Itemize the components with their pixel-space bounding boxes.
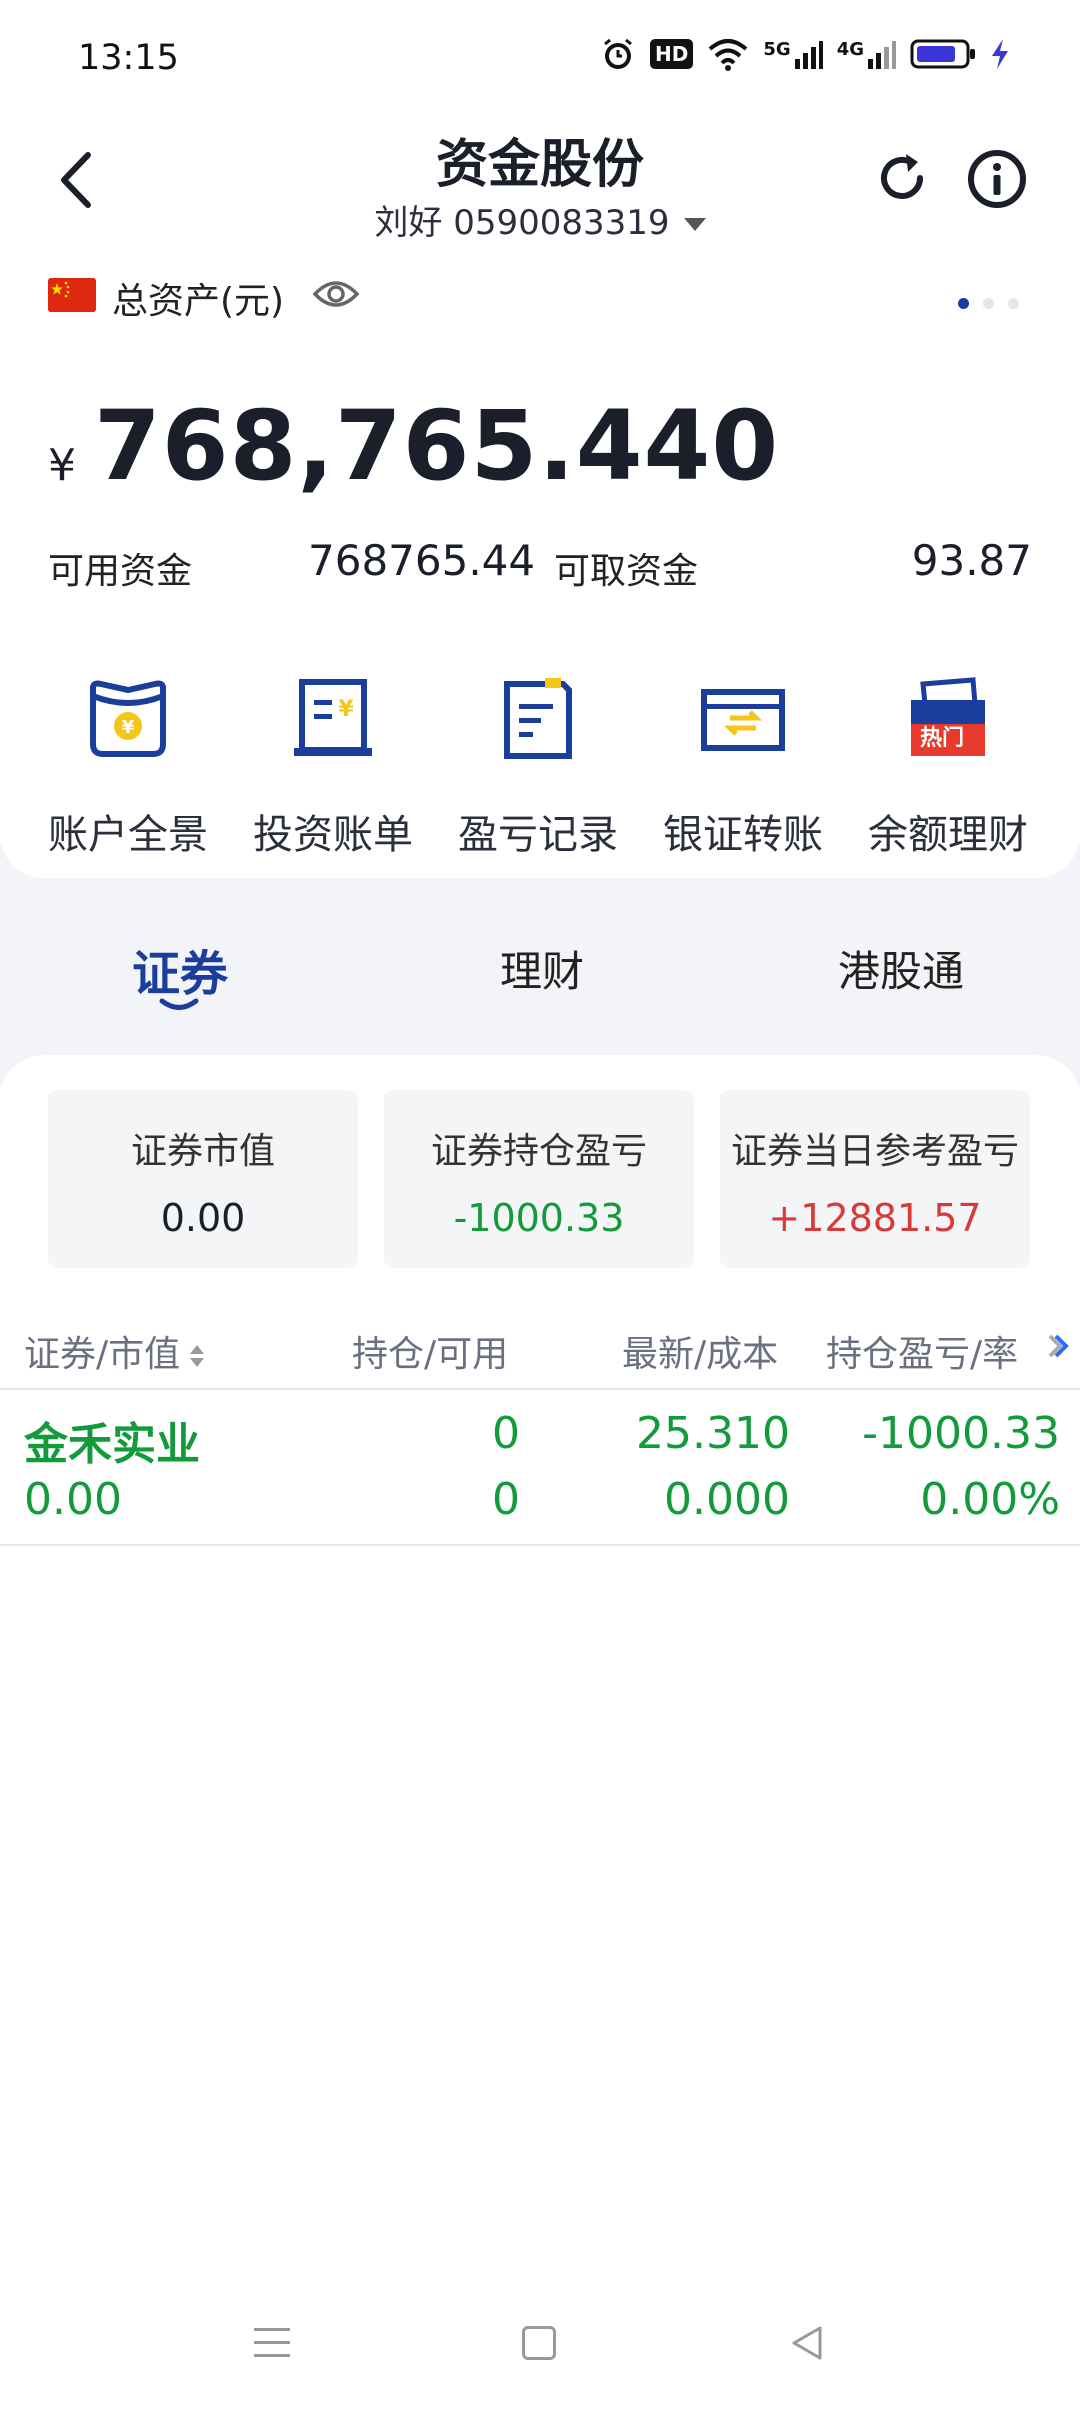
record-icon: [504, 678, 572, 759]
summary-card-daily-pnl: 证券当日参考盈亏 +12881.57: [720, 1090, 1030, 1268]
action-account-overview[interactable]: ¥ 账户全景: [20, 660, 236, 860]
action-label: 银证转账: [663, 812, 823, 858]
svg-text:¥: ¥: [338, 697, 354, 722]
refresh-icon[interactable]: [872, 148, 932, 208]
column-header-position: 持仓/可用: [352, 1334, 509, 1375]
summary-title: 证券市值: [130, 1131, 275, 1172]
action-pnl-record[interactable]: 盈亏记录: [430, 660, 646, 860]
withdrawable-funds-label: 可取资金: [554, 551, 699, 592]
column-header-pnl: 持仓盈亏/率: [826, 1334, 1019, 1375]
summary-card-position-pnl: 证券持仓盈亏 -1000.33: [384, 1090, 694, 1268]
hot-badge: 热门: [920, 726, 965, 751]
column-header-security[interactable]: 证券/市值: [24, 1325, 206, 1377]
tab-finance[interactable]: 理财: [500, 938, 584, 999]
security-market-value: 0.00: [24, 1474, 122, 1525]
action-investment-bill[interactable]: ¥ 投资账单: [225, 660, 441, 860]
action-label: 余额理财: [868, 812, 1028, 858]
summary-title: 证券当日参考盈亏: [730, 1131, 1019, 1172]
total-asset-value: 768,765.440: [94, 390, 780, 502]
action-balance-finance[interactable]: 热门 余额理财: [840, 660, 1056, 860]
action-bank-transfer[interactable]: 银证转账: [635, 660, 851, 860]
wifi-icon: [709, 39, 748, 71]
action-label: 盈亏记录: [458, 812, 618, 858]
available-funds-value: 768765.44: [308, 536, 536, 585]
home-icon[interactable]: [522, 2326, 556, 2360]
transfer-icon: [701, 689, 785, 751]
summary-value: +12881.57: [768, 1196, 982, 1240]
currency-symbol: ¥: [48, 440, 76, 491]
signal-5g-icon: 5G: [763, 39, 823, 69]
tab-hk-connect[interactable]: 港股通: [838, 938, 964, 999]
summary-value: 0.00: [160, 1196, 246, 1240]
bill-icon: ¥: [294, 679, 372, 756]
eye-icon[interactable]: [312, 276, 360, 312]
wallet-icon: ¥: [90, 680, 166, 757]
signal-4g-icon: 4G: [837, 39, 896, 69]
page-dot: [1008, 298, 1019, 309]
table-row[interactable]: 金禾实业 0.00 0 0 25.310 0.000 -1000.33 0.00…: [0, 1390, 1080, 1544]
position-pnl-rate: 0.00%: [920, 1474, 1060, 1525]
page-dot: [983, 298, 994, 309]
latest-price: 25.310: [636, 1408, 790, 1459]
nav-back-icon[interactable]: [788, 2324, 826, 2362]
page-indicator: [958, 298, 1019, 309]
battery-icon: [910, 39, 975, 69]
total-asset-label: 总资产(元): [112, 281, 285, 322]
summary-card-market-value: 证券市值 0.00: [48, 1090, 358, 1268]
available-qty: 0: [492, 1474, 520, 1525]
hd-icon: HD: [650, 39, 694, 69]
security-name: 金禾实业: [24, 1419, 200, 1470]
status-time: 13:15: [78, 38, 179, 78]
caret-down-icon: [683, 218, 706, 231]
summary-title: 证券持仓盈亏: [430, 1131, 647, 1172]
divider: [0, 1544, 1080, 1546]
summary-value: -1000.33: [453, 1196, 625, 1240]
page-dot: [958, 298, 969, 309]
position-pnl: -1000.33: [862, 1408, 1060, 1459]
action-label: 账户全景: [48, 812, 208, 858]
action-label: 投资账单: [253, 812, 413, 858]
sort-icon: [190, 1345, 205, 1367]
available-funds-label: 可用资金: [48, 551, 193, 592]
menu-icon[interactable]: [254, 2326, 290, 2360]
tab-underline: [159, 998, 199, 1010]
account-label: 刘好 0590083319: [374, 203, 670, 243]
status-icons: HD 5G 4G: [600, 36, 1010, 72]
svg-text:¥: ¥: [122, 717, 135, 738]
column-header-latest: 最新/成本: [622, 1334, 779, 1375]
withdrawable-funds-value: 93.87: [911, 536, 1032, 585]
charging-icon: [992, 39, 1008, 69]
scroll-right-icon[interactable]: [1044, 1332, 1072, 1360]
position-qty: 0: [492, 1408, 520, 1459]
quick-actions: ¥ 账户全景 ¥ 投资账单 盈亏记录 银证转账 热门 余额理财: [0, 660, 1080, 860]
info-icon[interactable]: [966, 148, 1028, 210]
alarm-icon: [604, 38, 632, 69]
cost-price: 0.000: [664, 1474, 790, 1525]
tab-securities[interactable]: 证券: [132, 934, 228, 1004]
china-flag-icon: [48, 278, 96, 312]
